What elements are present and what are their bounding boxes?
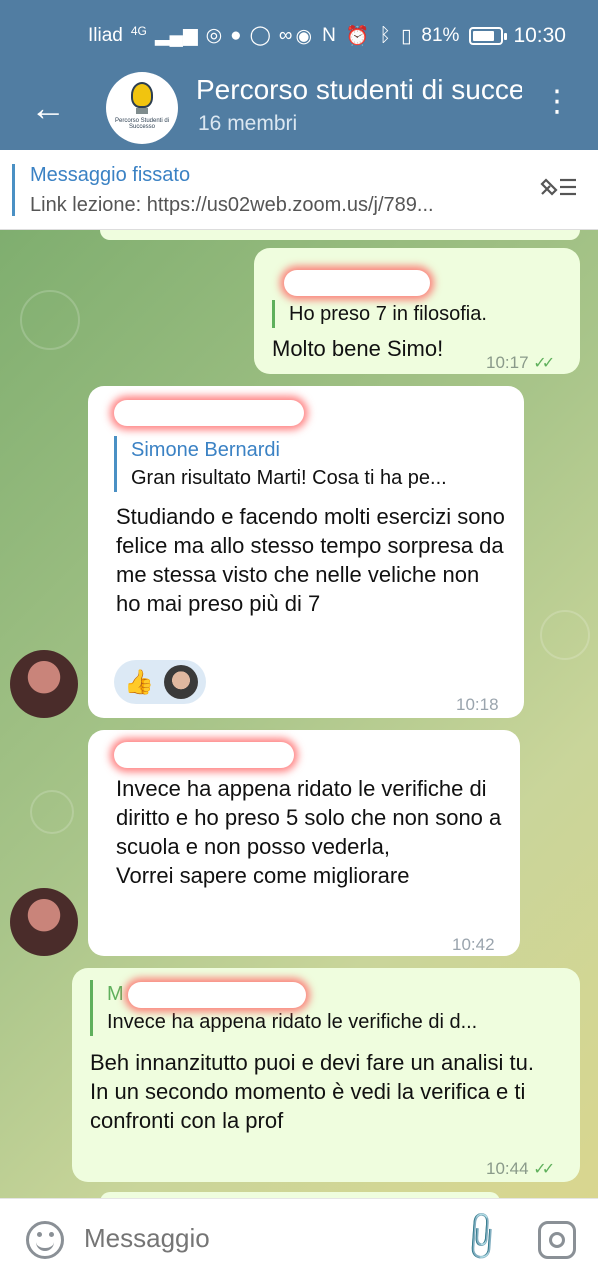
quote-text: Gran risultato Marti! Cosa ti ha pe... <box>131 467 447 489</box>
previous-message-bubble[interactable] <box>100 230 580 240</box>
message-input-bar: 📎 <box>0 1198 598 1280</box>
hotspot-icon: ◎ <box>205 25 223 46</box>
emoji-icon[interactable] <box>26 1221 64 1259</box>
alarm-icon: ⏰ <box>345 26 370 47</box>
reactor-avatar <box>163 665 198 699</box>
quote-text: Invece ha appena ridato le verifiche di … <box>107 1011 478 1033</box>
quote-author: Simone Bernardi <box>131 439 280 461</box>
chat-header: ← Percorso Studenti di Successo Percorso… <box>0 70 598 150</box>
vibrate-icon: ▯ <box>400 25 412 47</box>
message-bubble-incoming[interactable]: Invece ha appena ridato le verifiche di … <box>88 730 520 956</box>
reaction-emoji: 👍 <box>124 668 154 696</box>
pinned-text: Link lezione: https://us02web.zoom.us/j/… <box>30 194 434 216</box>
group-title[interactable]: Percorso studenti di successo <box>196 74 522 106</box>
read-ticks-icon: ✓✓ <box>533 355 555 372</box>
background-doodle <box>30 790 74 834</box>
message-time: 10:17 <box>486 353 529 372</box>
message-text: Studiando e facendo molti esercizi sono … <box>116 504 505 616</box>
bluetooth-icon: ᛒ <box>379 25 391 46</box>
redacted-name <box>114 742 294 768</box>
pinned-message-bar[interactable]: Messaggio fissato Link lezione: https://… <box>0 150 598 230</box>
message-bubble-outgoing[interactable]: Ho preso 7 in filosofia. Molto bene Simo… <box>254 248 580 374</box>
message-time: 10:44 <box>486 1159 529 1178</box>
status-bar: Iliad 4G ▂▄▆ ◎ ● ◯ ∞ ◉ N ⏰ ᛒ ▯ 81% 10:30 <box>0 0 598 70</box>
message-bubble-outgoing[interactable]: M Invece ha appena ridato le verifiche d… <box>72 968 580 1182</box>
paperclip-icon[interactable]: 📎 <box>452 1208 510 1266</box>
quote-text: Ho preso 7 in filosofia. <box>289 303 487 325</box>
lightbulb-icon <box>131 82 153 108</box>
user-avatar[interactable] <box>10 888 78 956</box>
message-text: Invece ha appena ridato le verifiche di … <box>116 776 502 888</box>
eye-icon: ◉ <box>295 25 313 47</box>
message-time: 10:42 <box>452 935 495 954</box>
message-text: Beh innanzitutto puoi e devi fare un ana… <box>90 1050 534 1133</box>
avatar-text: Percorso Studenti di Successo <box>114 118 170 130</box>
message-input[interactable] <box>84 1223 424 1254</box>
back-arrow-icon[interactable]: ← <box>30 88 66 128</box>
message-meta: 10:44 ✓✓ <box>486 1154 555 1184</box>
signal-icon: ▂▄▆ <box>154 25 198 46</box>
member-count: 16 membri <box>198 112 298 135</box>
reply-quote[interactable]: Ho preso 7 in filosofia. <box>272 300 562 328</box>
chat-area[interactable]: Ho preso 7 in filosofia. Molto bene Simo… <box>0 230 598 1198</box>
read-ticks-icon: ✓✓ <box>533 1161 555 1178</box>
reaction-chip[interactable]: 👍 <box>114 660 206 704</box>
background-doodle <box>20 290 80 350</box>
message-meta: 10:17 ✓✓ <box>486 348 555 378</box>
pinned-indicator <box>12 164 15 216</box>
battery-label: 81% <box>421 25 460 46</box>
redacted-name <box>114 400 304 426</box>
bulb-base <box>136 108 148 114</box>
clock: 10:30 <box>513 24 566 47</box>
camera-icon[interactable] <box>538 1221 576 1259</box>
reply-quote[interactable]: Simone Bernardi Gran risultato Marti! Co… <box>114 436 504 492</box>
pin-list-icon[interactable] <box>538 174 578 205</box>
messenger-icon: ● <box>230 24 242 46</box>
pinned-label: Messaggio fissato <box>30 164 191 186</box>
whatsapp-icon: ◯ <box>249 25 271 46</box>
more-options-icon[interactable]: ⋮ <box>542 84 572 119</box>
carrier-label: Iliad <box>88 24 123 46</box>
background-doodle <box>540 610 590 660</box>
message-time: 10:18 <box>456 695 499 714</box>
network-label: 4G <box>130 23 147 38</box>
voicemail-icon: ∞ <box>278 24 293 46</box>
message-text: Molto bene Simo! <box>272 336 444 361</box>
nfc-icon: N <box>322 25 336 46</box>
battery-icon <box>469 27 508 45</box>
group-avatar[interactable]: Percorso Studenti di Successo <box>106 72 178 144</box>
user-avatar[interactable] <box>10 650 78 718</box>
battery-fill <box>473 31 495 41</box>
redacted-name <box>128 982 306 1008</box>
redacted-name <box>284 270 430 296</box>
